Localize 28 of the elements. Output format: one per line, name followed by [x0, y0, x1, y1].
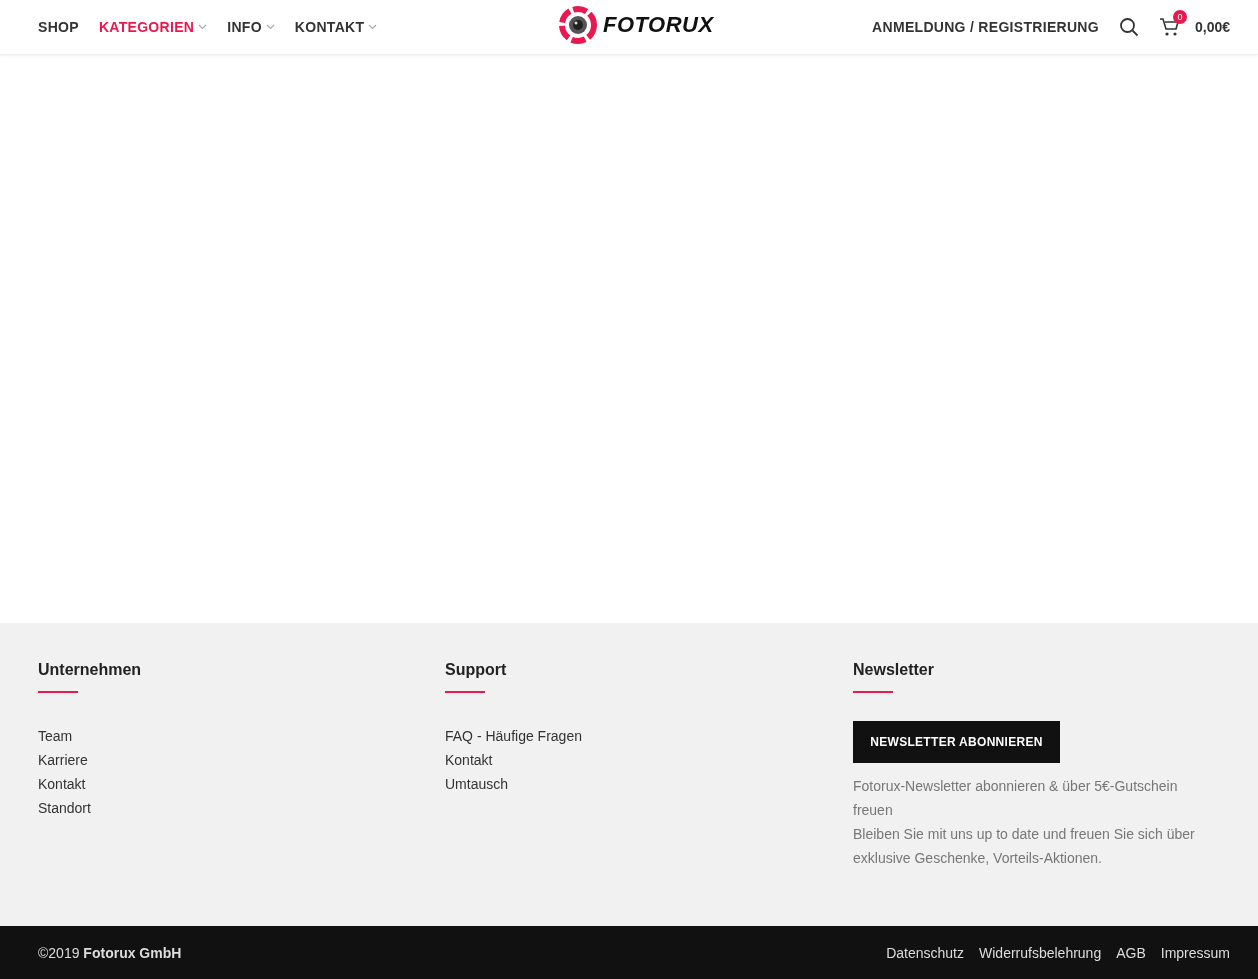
copyright-text: ©2019 Fotorux GmbH	[38, 944, 182, 961]
camera-lens-icon[interactable]	[559, 6, 597, 44]
footer-link[interactable]: FAQ - Häufige Fragen	[445, 724, 853, 748]
nav-link[interactable]: KATEGORIEN	[98, 19, 208, 35]
footer-link[interactable]: Team	[38, 724, 445, 748]
footer-link[interactable]: Kontakt	[38, 772, 445, 796]
search-icon[interactable]	[1118, 17, 1139, 37]
newsletter-text: Bleiben Sie mit uns up to date und freuen Sie sich über exklusive Geschenke, Vorteils-Aktionen.	[853, 825, 1196, 868]
nav-link[interactable]: INFO	[227, 19, 275, 35]
cart-count-badge: 0	[1172, 10, 1187, 24]
footer-link[interactable]: Karriere	[38, 748, 445, 772]
column-heading: Newsletter	[853, 661, 935, 679]
subscribe-button[interactable]: NEWSLETTER ABONNIEREN	[853, 721, 1060, 763]
nav-link[interactable]: KONTAKT	[294, 19, 378, 35]
legal-link[interactable]: Widerrufsbelehrung	[979, 944, 1102, 961]
nav-link[interactable]: SHOP	[38, 19, 79, 35]
legal-link[interactable]: Datenschutz	[886, 944, 964, 961]
legal-link[interactable]: AGB	[1116, 944, 1146, 961]
column-heading: Unternehmen	[38, 661, 143, 679]
newsletter-text: Fotorux-Newsletter abonnieren & über 5€-Gutschein freuen	[853, 777, 1179, 820]
login-link[interactable]: ANMELDUNG / REGISTRIERUNG	[872, 19, 1099, 35]
column-heading: Support	[445, 661, 508, 679]
footer-link[interactable]: Umtausch	[445, 772, 853, 796]
cart-total[interactable]: 0,00€	[1194, 19, 1230, 35]
footer-link[interactable]: Standort	[38, 796, 445, 820]
logo-text[interactable]: FOTORUX	[603, 12, 714, 38]
legal-link[interactable]: Impressum	[1160, 944, 1230, 961]
footer-link[interactable]: Kontakt	[445, 748, 853, 772]
